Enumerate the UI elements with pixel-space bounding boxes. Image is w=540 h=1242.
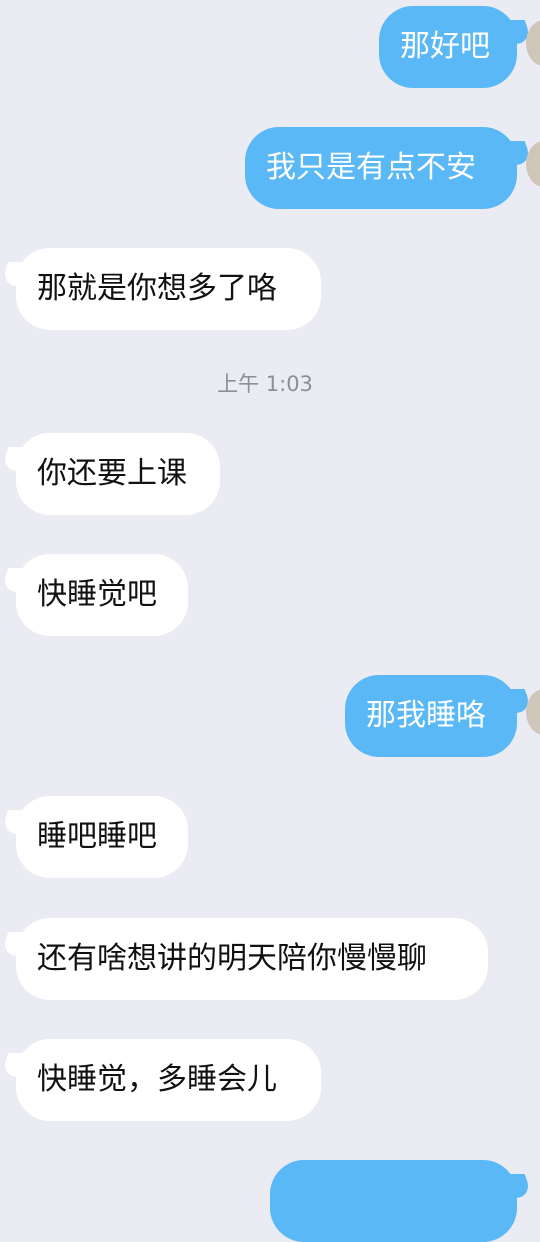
message-text: 那我睡咯 <box>366 698 486 733</box>
message-text: 我只是有点不安 <box>266 150 476 185</box>
outgoing-message[interactable]: 那好吧 <box>379 6 517 88</box>
outgoing-message[interactable] <box>270 1160 517 1242</box>
incoming-message[interactable]: 那就是你想多了咯 <box>16 248 321 330</box>
incoming-message[interactable]: 睡吧睡吧 <box>16 796 188 878</box>
incoming-message[interactable]: 还有啥想讲的明天陪你慢慢聊 <box>16 918 488 1000</box>
message-text: 快睡觉吧 <box>37 577 157 612</box>
message-text: 你还要上课 <box>37 456 187 491</box>
avatar[interactable] <box>526 141 540 187</box>
incoming-message[interactable]: 快睡觉，多睡会儿 <box>16 1039 321 1121</box>
incoming-message[interactable]: 快睡觉吧 <box>16 554 188 636</box>
message-text: 睡吧睡吧 <box>37 819 157 854</box>
incoming-message[interactable]: 你还要上课 <box>16 433 220 515</box>
outgoing-message[interactable]: 我只是有点不安 <box>245 127 517 209</box>
message-text: 还有啥想讲的明天陪你慢慢聊 <box>37 941 427 976</box>
timestamp-divider: 上午 1:03 <box>217 372 313 396</box>
avatar[interactable] <box>526 689 540 735</box>
outgoing-message[interactable]: 那我睡咯 <box>345 675 517 757</box>
message-text: 那好吧 <box>400 29 490 64</box>
avatar[interactable] <box>526 20 540 66</box>
chat-thread[interactable]: 那好吧 我只是有点不安 那就是你想多了咯 上午 1:03 你还要上课 快睡觉吧 … <box>0 0 540 1242</box>
message-text: 那就是你想多了咯 <box>37 271 277 306</box>
message-text: 快睡觉，多睡会儿 <box>37 1062 277 1097</box>
